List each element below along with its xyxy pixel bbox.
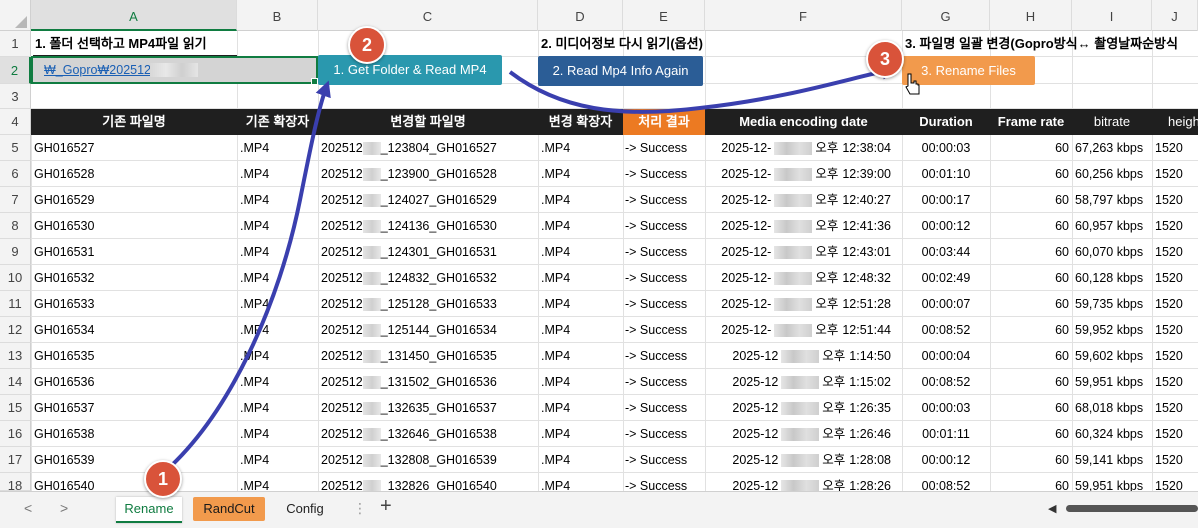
mouse-cursor-icon	[905, 73, 920, 95]
tab-randcut[interactable]: RandCut	[193, 497, 265, 521]
annotation-arrows	[153, 63, 898, 482]
arrow-button-to-rename	[508, 63, 898, 114]
step-badge-2: 2	[348, 26, 386, 64]
scroll-thumb[interactable]	[1066, 505, 1198, 512]
arrow-tab-to-button	[153, 80, 331, 482]
tab-prev-icon[interactable]: <	[24, 500, 32, 516]
tab-next-icon[interactable]: >	[60, 500, 68, 516]
add-sheet-icon[interactable]: +	[380, 495, 392, 518]
step-badge-1: 1	[144, 460, 182, 498]
scroll-left-icon[interactable]: ◀	[1048, 502, 1056, 515]
step-badge-3: 3	[866, 40, 904, 78]
sheet-tab-bar: < > Rename RandCut Config ⋮ + ◀	[0, 491, 1198, 528]
tab-rename[interactable]: Rename	[116, 497, 182, 523]
horizontal-scrollbar[interactable]: ◀	[1040, 501, 1198, 517]
tab-more-icon[interactable]: ⋮	[353, 500, 367, 517]
tab-config[interactable]: Config	[272, 497, 338, 521]
